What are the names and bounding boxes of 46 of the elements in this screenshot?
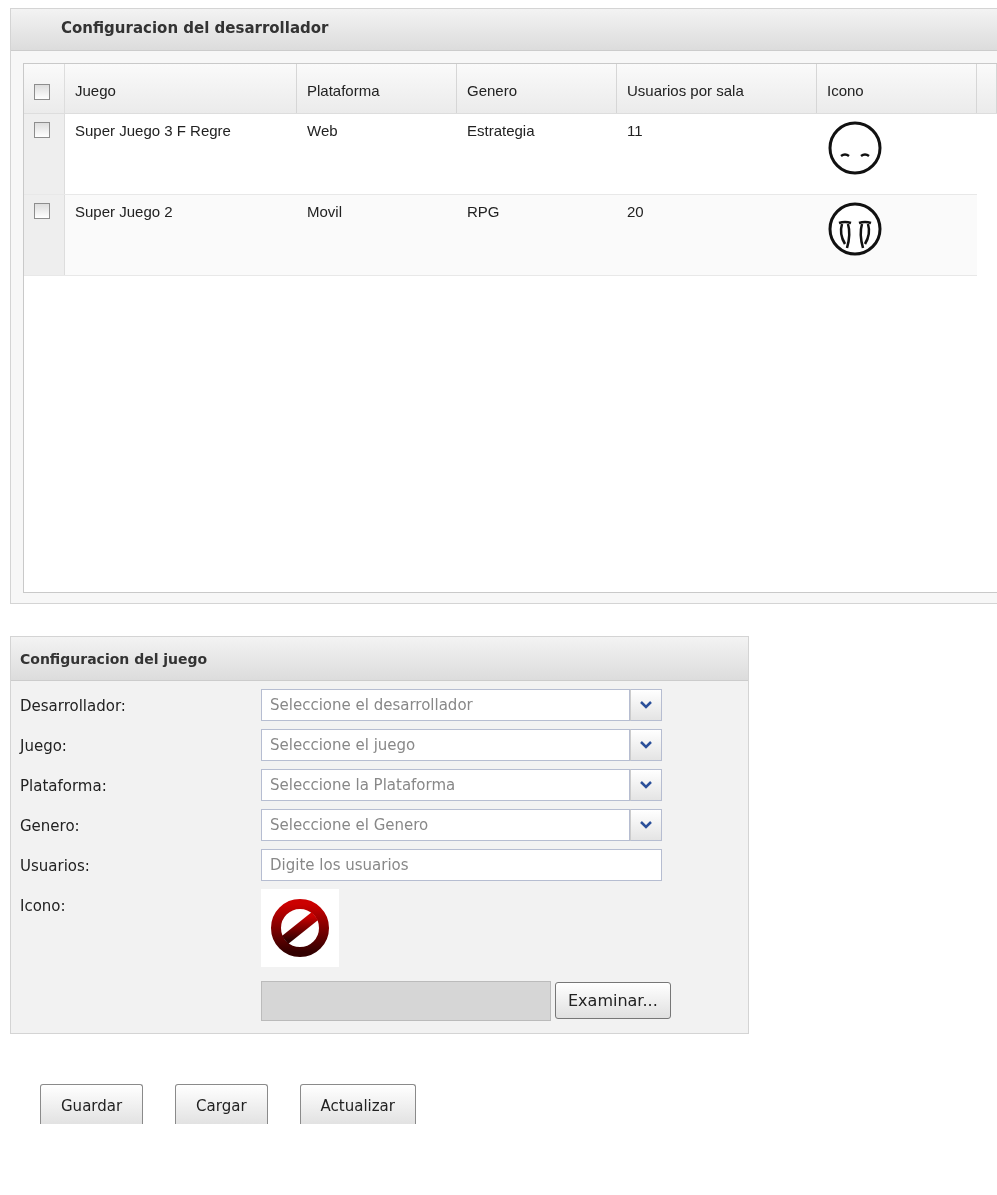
chevron-down-icon: [640, 701, 652, 709]
action-button[interactable]: Cargar: [175, 1084, 268, 1124]
table-cell-text: Estrategia: [466, 121, 536, 141]
field-label: Genero:: [19, 816, 81, 837]
file-path-field[interactable]: [261, 981, 551, 1021]
sleeping-face-icon: [827, 120, 883, 176]
prohibited-icon: [270, 898, 330, 958]
field-label: Juego:: [18, 736, 68, 757]
action-button[interactable]: Guardar: [40, 1084, 144, 1124]
column-header[interactable]: Genero: [457, 64, 617, 113]
dropdown-field[interactable]: Seleccione el Genero: [261, 809, 630, 841]
table-cell-text: 11: [626, 121, 644, 141]
checkbox[interactable]: [34, 203, 50, 219]
field-label: Usuarios:: [19, 856, 91, 877]
dropdown-button[interactable]: [630, 769, 662, 801]
panel-title: Configuracion del juego: [20, 651, 208, 667]
panel-title: Configuracion del desarrollador: [61, 19, 329, 37]
column-header[interactable]: Usuarios por sala: [617, 64, 817, 113]
crying-face-icon: [827, 201, 883, 257]
table-cell-text: Super Juego 2: [74, 202, 174, 222]
dropdown-field[interactable]: Seleccione el juego: [261, 729, 630, 761]
table-cell-text: 20: [626, 202, 645, 222]
input-field[interactable]: Digite los usuarios: [261, 849, 662, 881]
field-label: Plataforma:: [19, 776, 108, 797]
column-header[interactable]: Plataforma: [297, 64, 457, 113]
checkbox[interactable]: [34, 122, 50, 138]
field-label: Icono:: [19, 896, 67, 917]
column-header[interactable]: Icono: [817, 64, 977, 113]
field-label: Desarrollador:: [19, 696, 127, 717]
table-cell-text: Movil: [306, 202, 343, 222]
table-cell-text: RPG: [466, 202, 501, 222]
dropdown-button[interactable]: [630, 689, 662, 721]
checkbox[interactable]: [34, 84, 50, 100]
table-cell-text: Web: [306, 121, 339, 141]
chevron-down-icon: [640, 781, 652, 789]
dropdown-button[interactable]: [630, 809, 662, 841]
chevron-down-icon: [640, 741, 652, 749]
dropdown-field[interactable]: Seleccione el desarrollador: [261, 689, 630, 721]
dropdown-field[interactable]: Seleccione la Plataforma: [261, 769, 630, 801]
chevron-down-icon: [640, 821, 652, 829]
action-button[interactable]: Actualizar: [299, 1084, 416, 1124]
column-header[interactable]: Juego: [65, 64, 297, 113]
dropdown-button[interactable]: [630, 729, 662, 761]
table-cell-text: Super Juego 3 F Regre: [74, 121, 232, 141]
browse-button[interactable]: Examinar...: [555, 982, 671, 1019]
table-row[interactable]: Super Juego 2 Movil RPG 20: [24, 195, 977, 276]
